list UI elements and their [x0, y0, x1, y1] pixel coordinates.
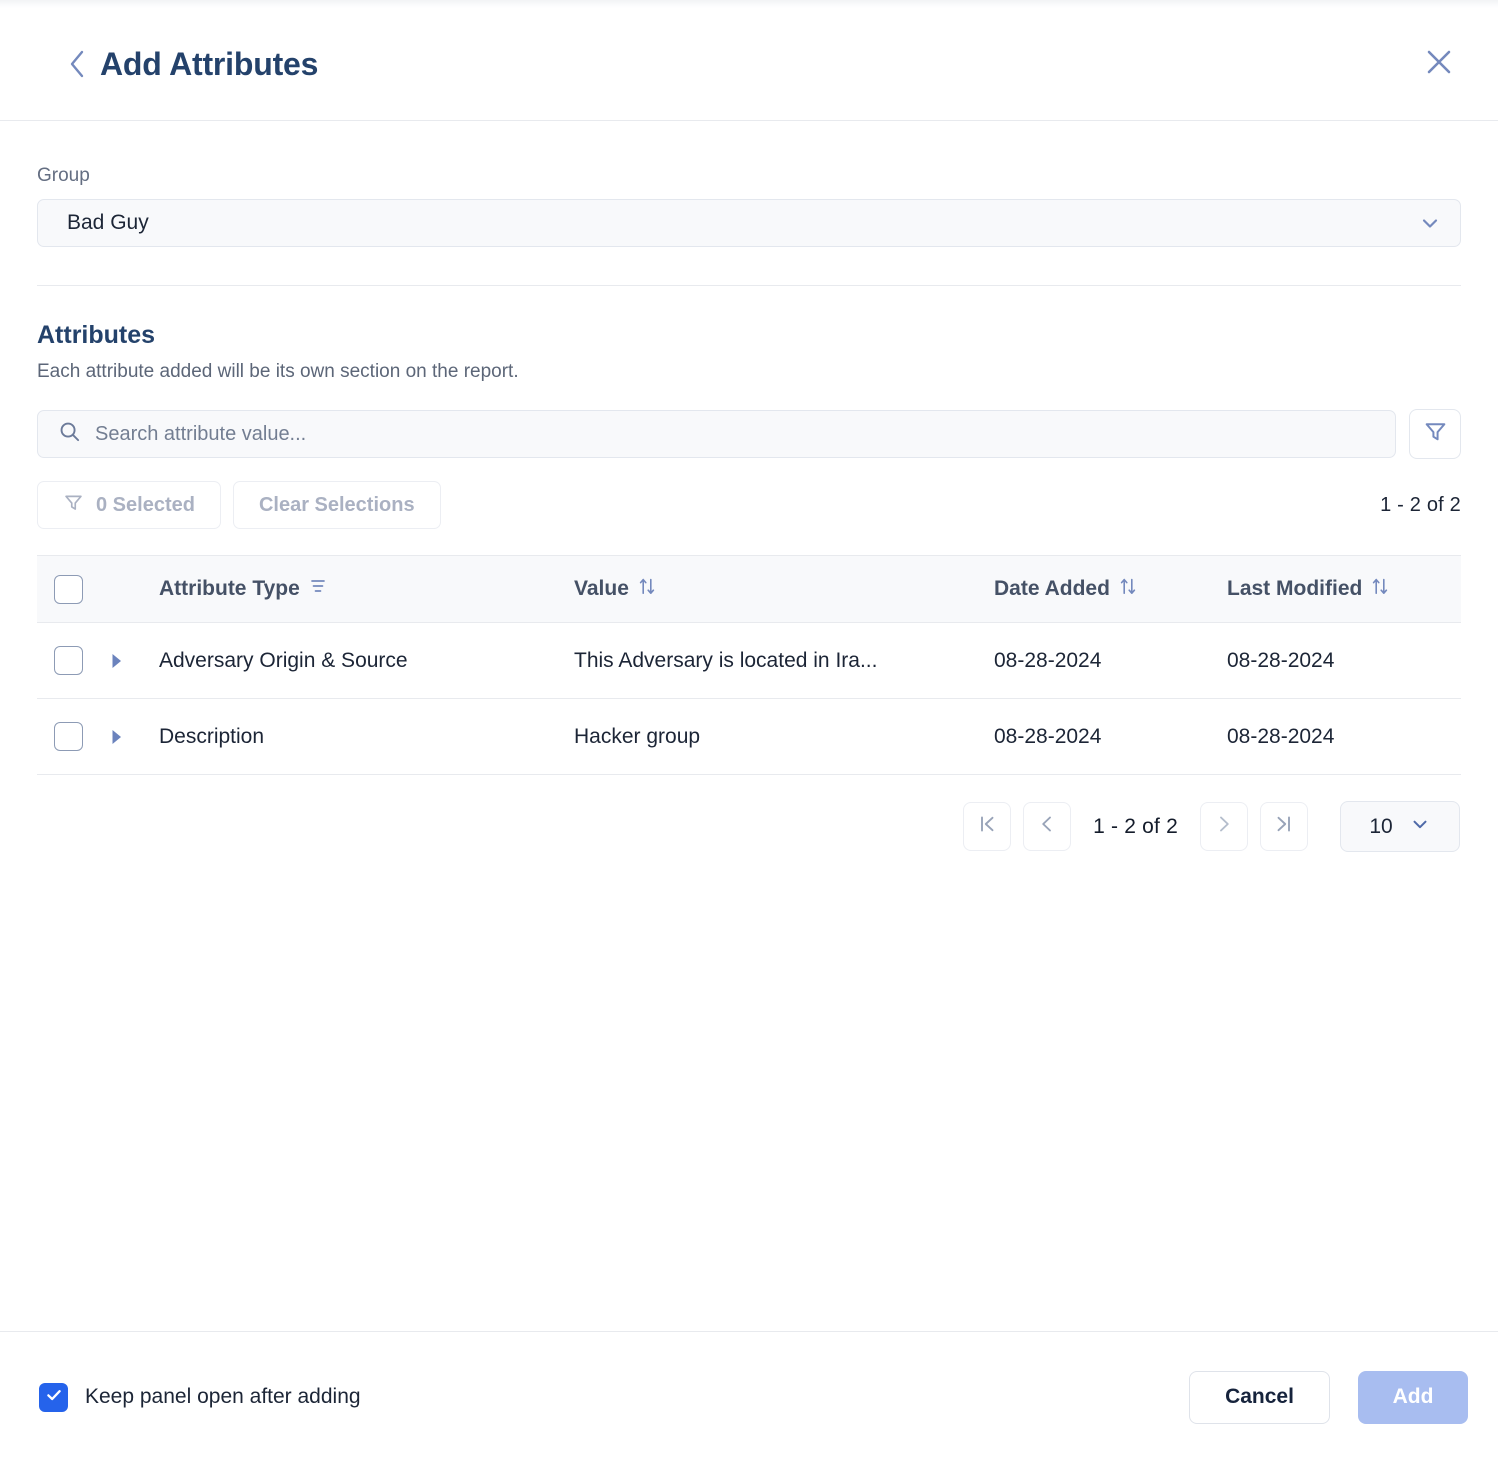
sort-updown-icon: [1371, 577, 1389, 602]
filter-icon: [63, 492, 84, 519]
column-label-date-added: Date Added: [994, 577, 1110, 600]
keep-panel-open-toggle[interactable]: Keep panel open after adding: [30, 1382, 361, 1412]
pagination-range-label: 1 - 2 of 2: [1093, 814, 1178, 838]
panel-footer: Keep panel open after adding Cancel Add: [0, 1331, 1498, 1462]
last-page-button[interactable]: [1260, 802, 1308, 851]
back-button[interactable]: [60, 44, 94, 84]
next-page-button[interactable]: [1200, 802, 1248, 851]
sort-descending-icon: [309, 577, 327, 601]
clear-selections-button[interactable]: Clear Selections: [232, 481, 441, 529]
selected-count-label: 0 Selected: [96, 493, 195, 516]
column-label-last-modified: Last Modified: [1227, 577, 1363, 600]
column-header-value[interactable]: Value: [574, 577, 994, 602]
first-page-button[interactable]: [963, 802, 1012, 851]
cancel-button[interactable]: Cancel: [1189, 1370, 1330, 1424]
chevron-down-icon: [1409, 813, 1431, 840]
attributes-section: Attributes Each attribute added will be …: [30, 286, 1468, 852]
table-header-row: Attribute Type Value Date Added Last Mod…: [37, 555, 1461, 623]
cell-value: This Adversary is located in Ira...: [574, 648, 878, 672]
panel-header: Add Attributes: [0, 8, 1498, 121]
selected-count-button[interactable]: 0 Selected: [37, 481, 221, 529]
caret-right-icon[interactable]: [109, 728, 124, 746]
group-select-value: Bad Guy: [67, 211, 149, 234]
sort-updown-icon: [638, 577, 656, 602]
search-row: [37, 409, 1461, 459]
row-checkbox[interactable]: [53, 646, 83, 675]
attributes-table: Attribute Type Value Date Added Last Mod…: [37, 555, 1461, 775]
row-select-cell: [37, 722, 99, 751]
select-all-cell: [37, 574, 99, 604]
table-row[interactable]: Description Hacker group 08-28-2024 08-2…: [37, 699, 1461, 775]
chevron-right-icon: [1213, 813, 1235, 840]
page-last-icon: [1273, 813, 1295, 840]
selection-toolbar: 0 Selected Clear Selections 1 - 2 of 2: [37, 481, 1461, 529]
cell-attribute-type: Description: [159, 724, 265, 748]
column-header-last-modified[interactable]: Last Modified: [1227, 577, 1461, 602]
group-section: Group Bad Guy: [30, 121, 1468, 247]
page-first-icon: [976, 813, 998, 840]
cell-attribute-type: Adversary Origin & Source: [159, 648, 408, 672]
close-icon: [1424, 47, 1454, 82]
row-expand-cell: [99, 728, 159, 746]
caret-right-icon[interactable]: [109, 652, 124, 670]
search-input[interactable]: [95, 411, 1377, 457]
panel-body: Group Bad Guy Attributes Each attribute …: [0, 121, 1498, 1331]
result-range-label: 1 - 2 of 2: [1380, 493, 1461, 516]
cell-last-modified: 08-28-2024: [1227, 724, 1335, 748]
cell-date-added: 08-28-2024: [994, 648, 1102, 672]
row-expand-cell: [99, 652, 159, 670]
chevron-left-icon: [67, 48, 87, 80]
attributes-subtitle: Each attribute added will be its own sec…: [37, 361, 519, 382]
pagination: 1 - 2 of 2 10: [37, 801, 1461, 852]
body-filler: [30, 852, 1468, 1331]
keep-panel-open-checkbox[interactable]: [39, 1382, 68, 1412]
column-label-value: Value: [574, 577, 629, 600]
search-icon: [58, 420, 81, 448]
sort-updown-icon: [1119, 577, 1137, 602]
column-header-attribute-type[interactable]: Attribute Type: [159, 577, 574, 601]
previous-page-button[interactable]: [1023, 802, 1072, 851]
cell-value: Hacker group: [574, 724, 701, 748]
top-ambient-strip: [0, 0, 1498, 8]
column-header-date-added[interactable]: Date Added: [994, 577, 1227, 602]
select-all-checkbox[interactable]: [53, 574, 83, 604]
add-button[interactable]: Add: [1358, 1370, 1468, 1424]
chevron-down-icon: [1418, 211, 1442, 235]
row-checkbox[interactable]: [53, 722, 83, 751]
cell-last-modified: 08-28-2024: [1227, 648, 1335, 672]
search-field[interactable]: [37, 410, 1396, 458]
group-label: Group: [37, 165, 90, 186]
keep-panel-open-label: Keep panel open after adding: [85, 1385, 361, 1408]
page-title: Add Attributes: [100, 46, 319, 82]
table-row[interactable]: Adversary Origin & Source This Adversary…: [37, 623, 1461, 699]
filter-icon: [1423, 419, 1448, 449]
page-size-value: 10: [1369, 814, 1393, 838]
group-select[interactable]: Bad Guy: [37, 199, 1461, 247]
attributes-title: Attributes: [37, 321, 156, 349]
check-icon: [44, 1385, 64, 1410]
row-select-cell: [37, 646, 99, 675]
add-attributes-panel: Add Attributes Group Bad Guy Attributes …: [0, 0, 1498, 1462]
page-size-select[interactable]: 10: [1340, 801, 1460, 852]
cell-date-added: 08-28-2024: [994, 724, 1102, 748]
chevron-left-icon: [1036, 813, 1058, 840]
close-button[interactable]: [1416, 41, 1462, 87]
column-label-attribute-type: Attribute Type: [159, 577, 300, 600]
filter-button[interactable]: [1409, 409, 1461, 459]
clear-selections-label: Clear Selections: [258, 493, 415, 516]
